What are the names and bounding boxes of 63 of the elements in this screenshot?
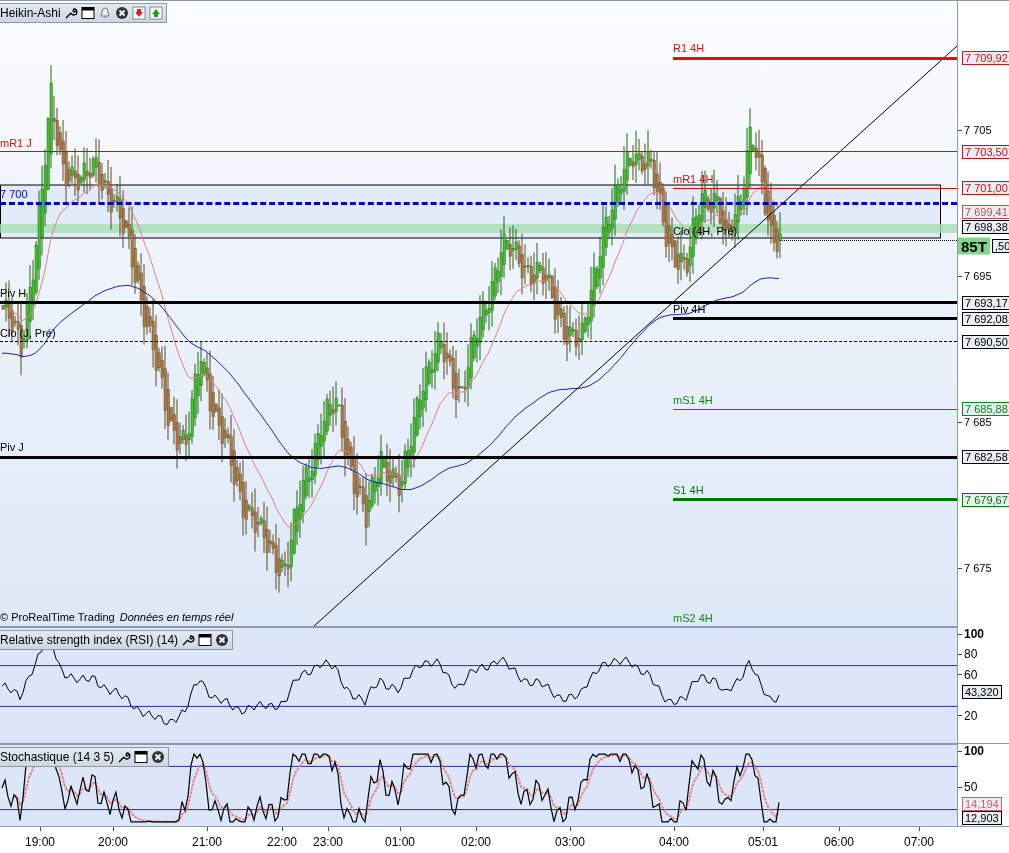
data-feed-label: Données en temps réel	[119, 611, 234, 623]
price-tag: 7 699,41	[962, 204, 1009, 219]
axis-tick-label: 100	[958, 627, 985, 641]
axis-tick-label: 7 685	[958, 416, 992, 428]
time-label: 19:00	[25, 835, 55, 849]
indicator-title: Relative strength index (RSI) (14)	[0, 633, 179, 647]
level-label: Piv J	[0, 441, 24, 454]
settings-icon[interactable]	[117, 750, 132, 764]
price-tag: 7 701,00	[962, 181, 1009, 196]
price-tag: 14,194	[962, 797, 1002, 811]
price-tag: 7 692,08	[962, 311, 1009, 326]
time-label: 07:00	[904, 835, 934, 849]
time-label: 01:00	[385, 835, 415, 849]
time-label: 05:01	[748, 835, 778, 849]
price-tag: 7 693,17	[962, 295, 1009, 310]
window-icon[interactable]	[80, 6, 95, 20]
window-icon[interactable]	[134, 750, 149, 764]
level-label: mS1 4H	[673, 394, 713, 407]
price-tag: 7 698,38	[962, 219, 1009, 234]
time-label: 06:00	[824, 835, 854, 849]
level-label: Piv H	[0, 286, 27, 299]
axis-tick-label: 100	[958, 744, 985, 758]
level-label: Clo (J, Pré)	[0, 326, 56, 339]
price-tag: 7 679,67	[962, 492, 1009, 507]
price-tag: ,50	[992, 239, 1009, 253]
axis-tick-label: 20	[958, 708, 978, 723]
settings-icon[interactable]	[63, 6, 78, 20]
indicator-title: Heikin-Ashi	[0, 6, 61, 20]
price-tag: 7 685,88	[962, 402, 1009, 417]
indicator-title: Stochastique (14 3 5)	[0, 750, 115, 764]
window-icon[interactable]	[198, 633, 213, 647]
axis-tick-label: 50	[958, 780, 978, 794]
axis-tick-label: 7 675	[958, 562, 992, 574]
arrow-up-icon[interactable]	[148, 6, 163, 20]
time-label: 02:00	[461, 835, 491, 849]
level-label: mR1 J	[0, 136, 32, 149]
price-tag: 7 709,92	[962, 51, 1009, 66]
axis-tick-label: 7 705	[958, 124, 992, 136]
time-label: 20:00	[98, 835, 128, 849]
axis-tick-label: 7 695	[958, 270, 992, 282]
position-badge: 85T	[958, 237, 990, 255]
level-label: mS2 4H	[673, 612, 713, 624]
time-label: 23:00	[313, 835, 343, 849]
level-label: S1 4H	[673, 483, 704, 496]
price-tag: 43,320	[962, 684, 1002, 699]
close-icon[interactable]	[215, 633, 230, 647]
axis-tick-label: 60	[958, 667, 978, 682]
level-label: R1 4H	[673, 42, 705, 55]
price-tag: 7 690,50	[962, 334, 1009, 349]
price-tag: 12,903	[962, 811, 1002, 825]
arrow-down-icon[interactable]	[131, 6, 146, 20]
time-label: 03:00	[555, 835, 585, 849]
settings-icon[interactable]	[181, 633, 196, 647]
close-icon[interactable]	[151, 750, 166, 764]
time-label: 21:00	[192, 835, 222, 849]
price-tag: 7 703,50	[962, 144, 1009, 159]
time-label: 22:00	[267, 835, 297, 849]
copyright-text: © ProRealTime Trading	[0, 611, 115, 623]
price-tag: 7 682,58	[962, 450, 1009, 465]
axis-tick-label: 80	[958, 647, 978, 662]
level-label: mR1 4H	[673, 173, 714, 186]
time-label: 04:00	[659, 835, 689, 849]
close-icon[interactable]	[114, 6, 129, 20]
